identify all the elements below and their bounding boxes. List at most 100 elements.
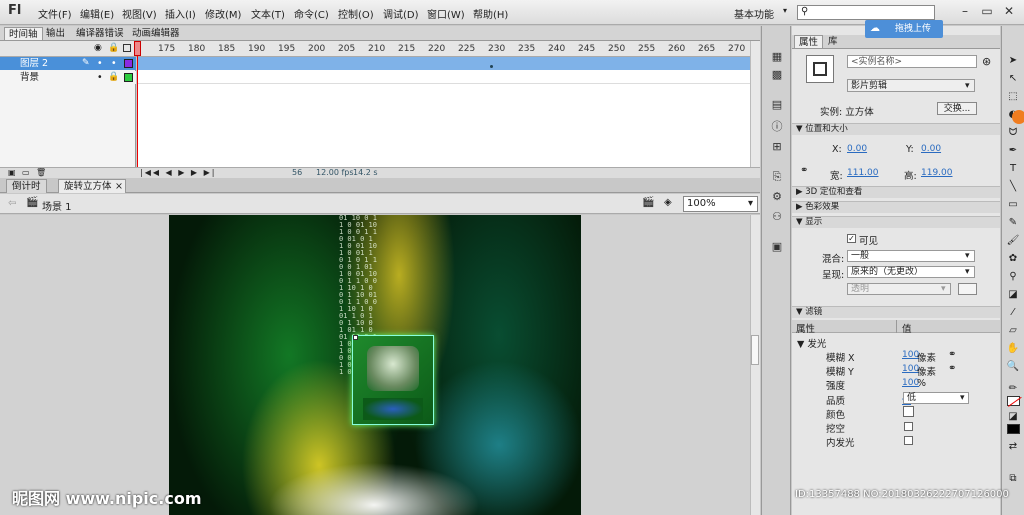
- filter-checkbox[interactable]: [904, 422, 913, 431]
- y-value[interactable]: 0.00: [921, 144, 941, 154]
- link-icon[interactable]: ⚭: [800, 165, 808, 176]
- cube-instance[interactable]: [352, 335, 434, 425]
- rectangle-tool-icon[interactable]: ▭: [1005, 198, 1021, 212]
- delete-icon[interactable]: 🗑: [36, 168, 46, 177]
- frame-row-background[interactable]: [137, 71, 750, 84]
- stage-vscrollbar[interactable]: [750, 215, 760, 515]
- new-layer-icon[interactable]: ▣: [8, 168, 16, 177]
- frame-rate[interactable]: 12.00 fps: [316, 168, 354, 177]
- hand-tool-icon[interactable]: ✋: [1005, 342, 1021, 356]
- search-input[interactable]: ⚲: [797, 5, 935, 20]
- section-position-size[interactable]: ▼ 位置和大小: [792, 123, 1000, 135]
- doc-tab-rotating-cube[interactable]: 旋转立方体 ×: [58, 179, 126, 193]
- scene-panel-icon[interactable]: ▣: [769, 240, 785, 254]
- menu-view[interactable]: 视图(V): [122, 6, 157, 21]
- behaviors-icon[interactable]: ⚇: [769, 210, 785, 224]
- tab-output[interactable]: 输出: [42, 27, 69, 40]
- lock-icon[interactable]: 🔒: [108, 43, 119, 53]
- tab-library[interactable]: 库: [824, 35, 842, 48]
- menu-help[interactable]: 帮助(H): [473, 6, 508, 21]
- chevron-down-icon[interactable]: ▾: [783, 6, 787, 15]
- visible-checkbox[interactable]: ✓: [847, 234, 856, 243]
- menu-edit[interactable]: 编辑(E): [80, 6, 114, 21]
- line-tool-icon[interactable]: ╲: [1005, 180, 1021, 194]
- scroll-thumb[interactable]: [751, 335, 759, 365]
- lock-icon[interactable]: 🔒: [108, 71, 119, 84]
- scene-label[interactable]: 场景 1: [42, 198, 72, 213]
- height-value[interactable]: 119.00: [921, 168, 953, 178]
- layer-color-swatch[interactable]: [124, 73, 133, 82]
- lasso-icon[interactable]: ᗢ: [1005, 126, 1021, 140]
- transform-icon[interactable]: ⊞: [769, 140, 785, 154]
- menu-command[interactable]: 命令(C): [294, 6, 329, 21]
- new-folder-icon[interactable]: ▭: [22, 168, 30, 177]
- playhead[interactable]: [137, 41, 138, 167]
- swatches-icon[interactable]: ▩: [769, 68, 785, 82]
- symbol-type-select[interactable]: 影片剪辑 ▾: [847, 79, 975, 92]
- stage-canvas[interactable]: 01 10 0 1 1 0 01 10 1 0 0 1 10 01 0 1 1 …: [169, 215, 581, 515]
- text-tool-icon[interactable]: T: [1005, 162, 1021, 176]
- section-display[interactable]: ▼ 显示: [792, 216, 1000, 228]
- close-icon[interactable]: ×: [115, 180, 123, 193]
- swap-colors-icon[interactable]: ⇄: [1005, 440, 1021, 454]
- fill-color-icon[interactable]: ◪: [1005, 410, 1021, 424]
- width-value[interactable]: 111.00: [847, 168, 879, 178]
- link-icon[interactable]: ⚭: [948, 349, 956, 360]
- back-arrow-icon[interactable]: ⇦: [8, 198, 16, 209]
- menu-control[interactable]: 控制(O): [338, 6, 374, 21]
- visible-dot[interactable]: •: [97, 57, 103, 70]
- zoom-select[interactable]: 100% ▾: [683, 196, 758, 212]
- eyedropper-icon[interactable]: ⁄: [1005, 306, 1021, 320]
- section-color-effect[interactable]: ▶ 色彩效果: [792, 201, 1000, 213]
- filter-checkbox[interactable]: [904, 436, 913, 446]
- subselection-tool-icon[interactable]: ↖: [1005, 72, 1021, 86]
- free-transform-icon[interactable]: ⬚: [1005, 90, 1021, 104]
- x-value[interactable]: 0.00: [847, 144, 867, 154]
- pen-tool-icon[interactable]: ✒: [1005, 144, 1021, 158]
- bone-tool-icon[interactable]: ⚲: [1005, 270, 1021, 284]
- link-icon[interactable]: ⚭: [948, 363, 956, 374]
- edit-symbol-icon[interactable]: ◈: [664, 197, 672, 208]
- zoom-tool-icon[interactable]: 🔍: [1005, 360, 1021, 374]
- fill-color-swatch[interactable]: [1007, 424, 1020, 434]
- snap-icon[interactable]: ⧉: [1005, 472, 1021, 486]
- restore-button[interactable]: ▭: [980, 4, 994, 18]
- section-3d[interactable]: ▶ 3D 定位和查看: [792, 186, 1000, 198]
- paint-bucket-icon[interactable]: ◪: [1005, 288, 1021, 302]
- minimize-button[interactable]: –: [958, 4, 972, 18]
- pencil-tool-icon[interactable]: ✎: [1005, 216, 1021, 230]
- tab-timeline[interactable]: 时间轴: [4, 27, 43, 40]
- lock-dot[interactable]: •: [111, 57, 117, 70]
- menu-file[interactable]: 文件(F): [38, 6, 72, 21]
- playhead-handle[interactable]: [134, 41, 141, 56]
- color-panel-icon[interactable]: ▦: [769, 50, 785, 64]
- eraser-icon[interactable]: ▱: [1005, 324, 1021, 338]
- outline-icon[interactable]: [123, 44, 131, 52]
- stroke-color-swatch[interactable]: [1007, 396, 1022, 407]
- menu-insert[interactable]: 插入(I): [165, 6, 196, 21]
- render-select[interactable]: 原来的（无更改） ▾: [847, 266, 975, 278]
- workspace-switcher[interactable]: 基本功能: [734, 6, 774, 21]
- tab-motion-editor[interactable]: 动画编辑器: [128, 27, 184, 40]
- layer-item-background[interactable]: 背景 • 🔒: [0, 71, 136, 84]
- glow-color-swatch[interactable]: [903, 405, 914, 417]
- info-icon[interactable]: ⓘ: [769, 120, 785, 134]
- registration-handle[interactable]: [353, 335, 358, 340]
- bg-color-swatch[interactable]: [958, 283, 977, 295]
- menu-modify[interactable]: 修改(M): [205, 6, 241, 21]
- menu-window[interactable]: 窗口(W): [427, 6, 465, 21]
- menu-debug[interactable]: 调试(D): [383, 6, 419, 21]
- layer-item-layer2[interactable]: 图层 2 ✎ • •: [0, 57, 136, 70]
- tab-compiler-errors[interactable]: 编译器错误: [72, 27, 128, 40]
- swap-button[interactable]: 交换...: [937, 102, 977, 115]
- menu-text[interactable]: 文本(T): [251, 6, 285, 21]
- tab-properties[interactable]: 属性: [794, 35, 824, 48]
- align-icon[interactable]: ▤: [769, 98, 785, 112]
- selection-tool-icon[interactable]: ➤: [1005, 54, 1021, 68]
- instance-name-field[interactable]: <实例名称>: [847, 55, 977, 68]
- components-icon[interactable]: ⚙: [769, 190, 785, 204]
- brush-tool-icon[interactable]: 🖌: [1005, 234, 1021, 248]
- visible-dot[interactable]: •: [97, 71, 103, 84]
- timeline-scrollbar[interactable]: [750, 41, 760, 167]
- blend-select[interactable]: 一般 ▾: [847, 250, 975, 262]
